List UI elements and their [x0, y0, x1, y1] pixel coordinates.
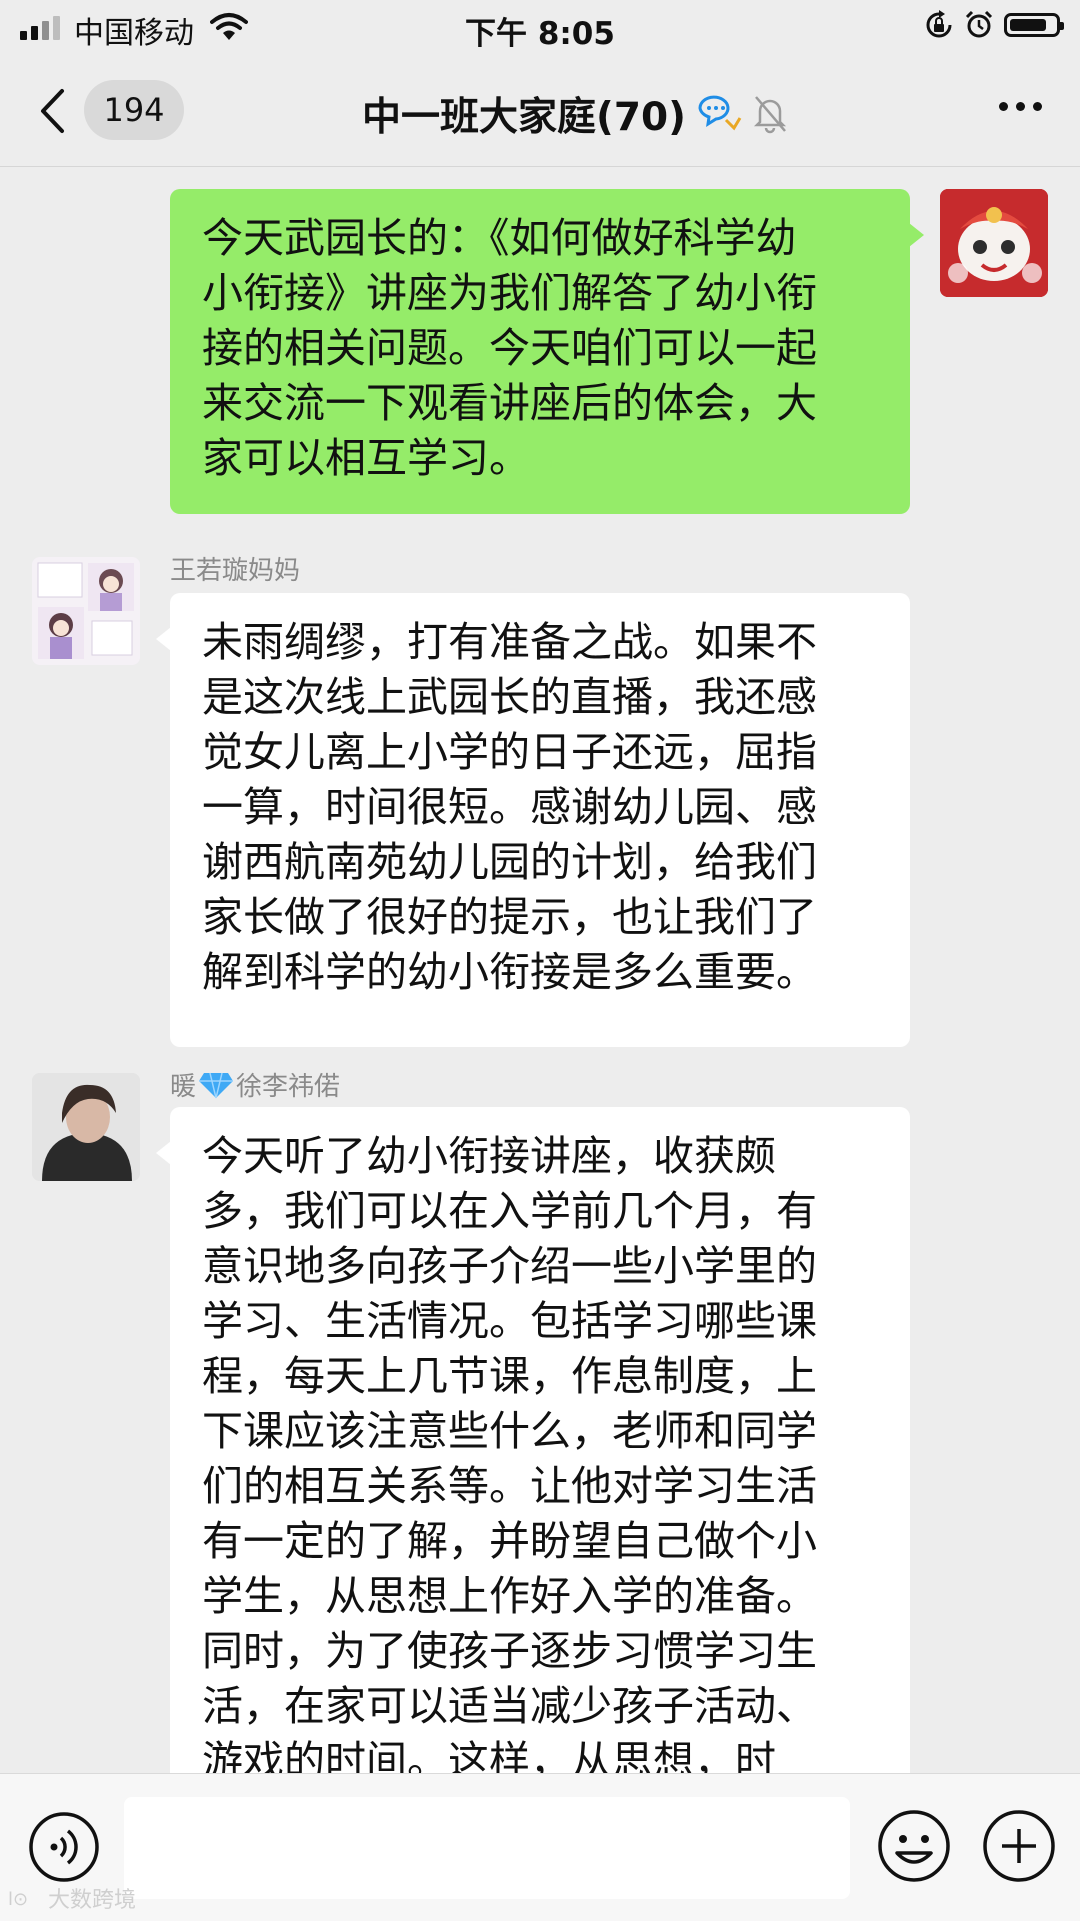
outgoing-message-bubble[interactable]: 今天武园长的：《如何做好科学幼 小衔接》讲座为我们解答了幼小衔 接的相关问题。今…: [170, 189, 924, 514]
chat-title: 中一班大家庭(70): [362, 95, 686, 140]
svg-text:l⊙: l⊙: [8, 1889, 28, 1910]
plus-icon[interactable]: [982, 1809, 1056, 1883]
chat-title-group: 中一班大家庭(70): [362, 86, 788, 142]
unread-count-badge[interactable]: 194: [84, 80, 184, 140]
orientation-lock-icon: [926, 10, 952, 38]
lion-dance-avatar-icon: [940, 189, 1048, 297]
woman-photo-avatar-icon: [32, 1073, 140, 1181]
diamond-icon: [199, 1072, 234, 1098]
battery-icon: [1004, 13, 1064, 37]
mute-bell-icon: [753, 96, 786, 134]
my-avatar[interactable]: [940, 189, 1048, 297]
watermark: l⊙ 大数跨境: [8, 1882, 136, 1914]
cartoon-girl-avatar-icon: [32, 557, 140, 665]
incoming-message-bubble[interactable]: 未雨绸缪，打有准备之战。如果不 是这次线上武园长的直播，我还感 觉女儿离上小学的…: [156, 593, 910, 1047]
chat-header: 194 中一班大家庭(70): [0, 56, 1080, 167]
sender-avatar[interactable]: [32, 557, 140, 665]
incoming-message-bubble[interactable]: 今天听了幼小衔接讲座，收获颇 多，我们可以在入学前几个月，有 意识地多向孩子介绍…: [156, 1107, 910, 1773]
voice-input-icon[interactable]: [28, 1811, 100, 1883]
back-arrow-icon[interactable]: [38, 88, 66, 134]
chat-input-bar: [0, 1773, 1080, 1921]
sender-name-text: 徐李祎偌: [236, 1072, 341, 1102]
status-time: 下午 8:05: [465, 16, 615, 52]
sender-name: 暖 徐李祎偌: [170, 1066, 340, 1103]
sender-avatar[interactable]: [32, 1073, 140, 1181]
status-icons: [924, 10, 1064, 40]
group-chat-bubble-icon: [698, 95, 742, 131]
watermark-text: 大数跨境: [48, 1888, 137, 1913]
alarm-icon: [965, 10, 993, 38]
message-text-input[interactable]: [124, 1797, 850, 1899]
sender-name: 王若璇妈妈: [170, 556, 301, 586]
watermark-logo-icon: l⊙: [8, 1889, 28, 1910]
message-list[interactable]: 今天武园长的：《如何做好科学幼 小衔接》讲座为我们解答了幼小衔 接的相关问题。今…: [0, 166, 1080, 1773]
emoji-icon[interactable]: [877, 1809, 951, 1883]
more-options-icon[interactable]: [999, 102, 1042, 111]
status-bar: 中国移动 下午 8:05: [0, 0, 1080, 56]
sender-name-prefix: 暖: [170, 1072, 197, 1102]
